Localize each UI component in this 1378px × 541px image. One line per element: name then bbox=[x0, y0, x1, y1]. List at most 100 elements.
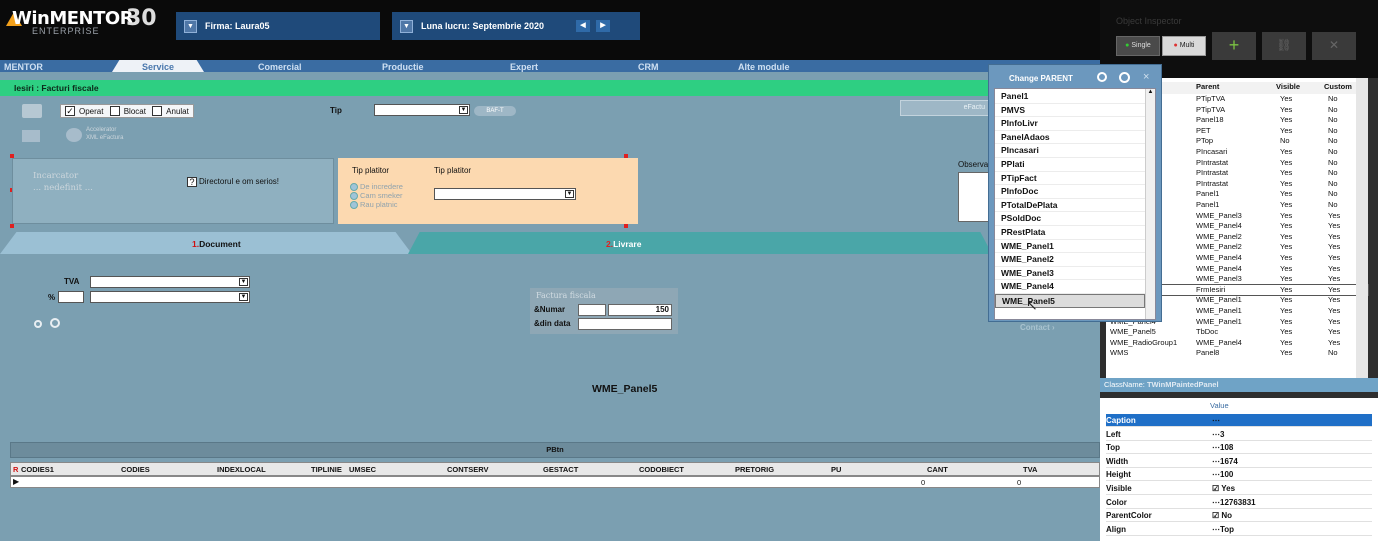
property-row[interactable]: Top ⋯108 bbox=[1106, 441, 1372, 455]
col-tva[interactable]: TVA bbox=[1023, 465, 1037, 474]
radio-rau-platnic[interactable]: Rau platnic bbox=[350, 200, 403, 210]
search-icon[interactable] bbox=[34, 320, 42, 328]
parent-list-item[interactable]: WME_Panel4 bbox=[995, 280, 1145, 294]
selection-handle[interactable] bbox=[10, 224, 14, 228]
col-gestact[interactable]: GESTACT bbox=[543, 465, 578, 474]
selection-handle[interactable] bbox=[624, 224, 628, 228]
close-icon[interactable]: ✕ bbox=[1312, 32, 1356, 60]
property-row[interactable]: Height ⋯100 bbox=[1106, 468, 1372, 482]
property-value[interactable]: ⋯108 bbox=[1212, 441, 1233, 454]
inspector-scrollbar[interactable] bbox=[1356, 78, 1368, 378]
col-tiplinie[interactable]: TIPLINIE bbox=[311, 465, 342, 474]
property-row[interactable]: Visible ☑ Yes bbox=[1106, 482, 1372, 495]
property-row[interactable]: Left ⋯3 bbox=[1106, 428, 1372, 441]
col-codobiect[interactable]: CODOBIECT bbox=[639, 465, 684, 474]
zoom-icon[interactable] bbox=[1119, 72, 1130, 83]
parent-list-item[interactable]: WME_Panel3 bbox=[995, 267, 1145, 281]
property-row[interactable]: Color ⋯12763831 bbox=[1106, 496, 1372, 509]
parent-list-item[interactable]: PMVS bbox=[995, 104, 1145, 118]
col-cant[interactable]: CANT bbox=[927, 465, 948, 474]
tva-select[interactable]: ▼ bbox=[90, 276, 250, 288]
property-row[interactable]: Align ⋯Top bbox=[1106, 523, 1372, 536]
property-value[interactable]: ☑ Yes bbox=[1212, 482, 1235, 495]
tab-productie[interactable]: Productie bbox=[382, 60, 424, 72]
parent-list-item[interactable]: PTipFact bbox=[995, 172, 1145, 186]
next-month-button[interactable]: ▶ bbox=[596, 20, 610, 32]
din-data-input[interactable] bbox=[578, 318, 672, 330]
anulat-checkbox[interactable] bbox=[152, 106, 163, 116]
tip-select[interactable]: ▼ bbox=[374, 104, 470, 116]
property-value[interactable]: ⋯100 bbox=[1212, 468, 1233, 481]
tab-mentor[interactable]: MENTOR bbox=[4, 60, 43, 72]
numar-input[interactable]: 150 bbox=[608, 304, 672, 316]
cell-tva[interactable]: 0 bbox=[1017, 478, 1021, 487]
parent-list-item[interactable]: PIncasari bbox=[995, 144, 1145, 158]
baf-t-toggle[interactable]: BAF-T bbox=[474, 106, 516, 116]
multi-button[interactable]: ● Multi bbox=[1162, 36, 1206, 56]
pct-select[interactable]: ▼ bbox=[90, 291, 250, 303]
tab-alte-module[interactable]: Alte module bbox=[738, 60, 790, 72]
document-icon[interactable] bbox=[22, 130, 40, 142]
popup-scrollbar[interactable]: ▲ bbox=[1145, 89, 1155, 319]
property-value[interactable]: ⋯1674 bbox=[1212, 455, 1238, 468]
tab-comercial[interactable]: Comercial bbox=[258, 60, 302, 72]
parent-list-item[interactable]: PPlati bbox=[995, 158, 1145, 172]
zoom-icon[interactable] bbox=[50, 318, 60, 328]
radio-cam-smeker[interactable]: Cam smeker bbox=[350, 191, 403, 201]
parent-list-item[interactable]: PInfoDoc bbox=[995, 185, 1145, 199]
contact-button[interactable]: Contact › bbox=[1014, 320, 1074, 336]
parent-list-item[interactable]: Panel1 bbox=[995, 90, 1145, 104]
property-value[interactable]: ⋯3 bbox=[1212, 428, 1224, 441]
parent-list-item[interactable]: PSoldDoc bbox=[995, 212, 1145, 226]
efactura-button[interactable]: eFactu bbox=[900, 100, 990, 116]
col-pretorig[interactable]: PRETORIG bbox=[735, 465, 774, 474]
tab-crm[interactable]: CRM bbox=[638, 60, 659, 72]
property-value[interactable]: ⋯12763831 bbox=[1212, 496, 1256, 509]
link-icon[interactable]: ⛓ bbox=[1262, 32, 1306, 60]
single-button[interactable]: ● Single bbox=[1116, 36, 1160, 56]
property-value[interactable]: ⋯ bbox=[1212, 414, 1220, 427]
radio-de-incredere[interactable]: De incredere bbox=[350, 182, 403, 192]
component-row[interactable]: WMS Panel8 Yes No bbox=[1106, 348, 1368, 359]
close-icon[interactable]: × bbox=[1143, 71, 1149, 83]
cell-cant[interactable]: 0 bbox=[921, 478, 925, 487]
accelerator-icon[interactable] bbox=[66, 128, 82, 142]
col-codies1[interactable]: CODIES1 bbox=[21, 465, 54, 474]
property-value[interactable]: ☑ No bbox=[1212, 509, 1232, 522]
add-icon[interactable]: + bbox=[1212, 32, 1256, 60]
parent-list-item[interactable]: PRestPlata bbox=[995, 226, 1145, 240]
search-icon[interactable] bbox=[1097, 72, 1107, 82]
accelerator-efactura[interactable]: Accelerator XML eFactura bbox=[86, 126, 123, 142]
property-row[interactable]: ParentColor ☑ No bbox=[1106, 509, 1372, 523]
tab-expert[interactable]: Expert bbox=[510, 60, 538, 72]
tip-platitor-select[interactable]: ▼ bbox=[434, 188, 576, 200]
tab-livrare[interactable] bbox=[408, 232, 992, 254]
parent-list-item[interactable]: PInfoLivr bbox=[995, 117, 1145, 131]
col-indexlocal[interactable]: INDEXLOCAL bbox=[217, 465, 266, 474]
printer-icon[interactable] bbox=[22, 104, 42, 118]
luna-lucru-selector[interactable]: ▼ Luna lucru: Septembrie 2020 ◀ ▶ bbox=[392, 12, 640, 40]
col-contserv[interactable]: CONTSERV bbox=[447, 465, 489, 474]
operat-checkbox[interactable]: ✓ bbox=[65, 106, 75, 116]
tab-service[interactable]: Service bbox=[112, 60, 204, 72]
director-checkbox-row[interactable]: ? Directorul e om serios! bbox=[187, 177, 279, 187]
parent-list-item[interactable]: WME_Panel1 bbox=[995, 240, 1145, 254]
parent-list-item[interactable]: PanelAdaos bbox=[995, 131, 1145, 145]
parent-list-item[interactable]: PTotalDePlata bbox=[995, 199, 1145, 213]
parent-list-item[interactable]: WME_Panel2 bbox=[995, 253, 1145, 267]
prev-month-button[interactable]: ◀ bbox=[576, 20, 590, 32]
col-pu[interactable]: PU bbox=[831, 465, 841, 474]
pct-input[interactable] bbox=[58, 291, 84, 303]
property-row[interactable]: Caption ⋯ bbox=[1106, 414, 1372, 427]
numar-serie-input[interactable] bbox=[578, 304, 606, 316]
firma-selector[interactable]: ▼ Firma: Laura05 bbox=[176, 12, 380, 40]
component-row[interactable]: WME_Panel5 TbDoc Yes Yes bbox=[1106, 327, 1368, 338]
property-row[interactable]: Width ⋯1674 bbox=[1106, 455, 1372, 468]
parent-list-item[interactable]: WME_Panel5 bbox=[995, 294, 1145, 308]
table-row[interactable]: ▶ 0 0 bbox=[10, 476, 1100, 488]
component-row[interactable]: WME_RadioGroup1 WME_Panel4 Yes Yes bbox=[1106, 338, 1368, 349]
property-value[interactable]: ⋯Top bbox=[1212, 523, 1234, 536]
col-codies[interactable]: CODIES bbox=[121, 465, 150, 474]
blocat-checkbox[interactable] bbox=[109, 106, 120, 116]
col-umsec[interactable]: UMSEC bbox=[349, 465, 376, 474]
